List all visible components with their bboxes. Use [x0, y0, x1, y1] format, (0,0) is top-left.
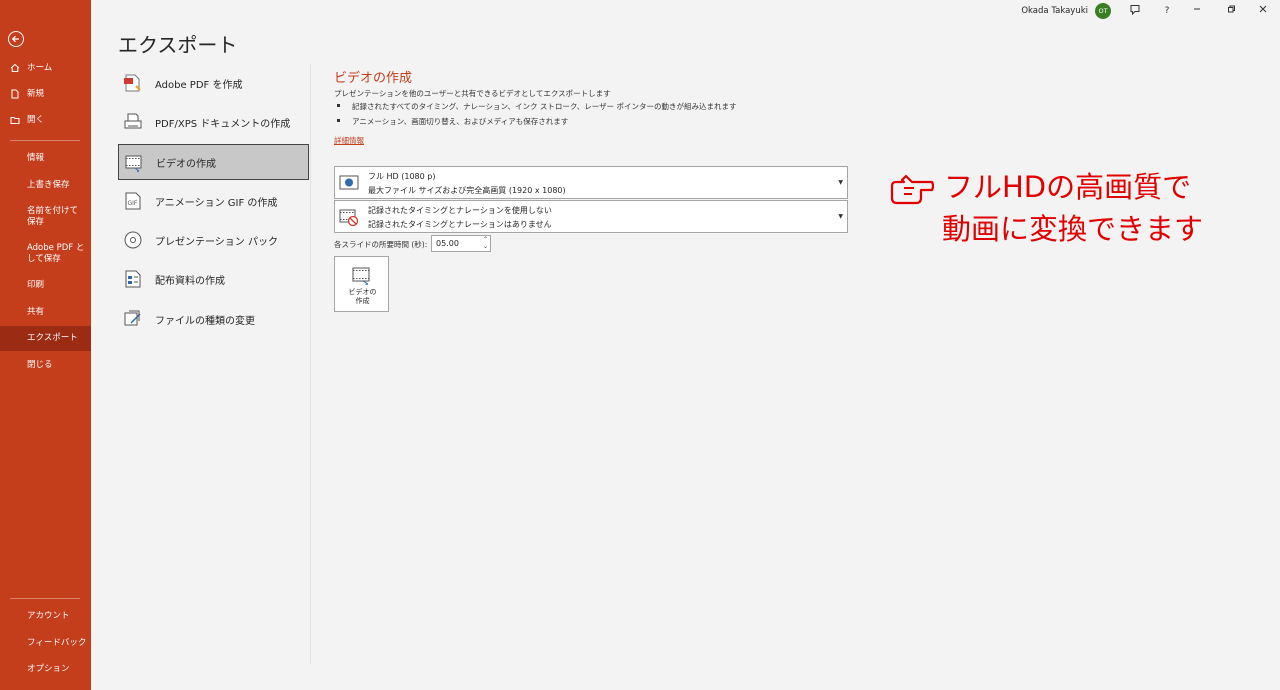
option-label: ファイルの種類の変更: [155, 315, 255, 327]
sidebar-item-share[interactable]: 共有: [0, 307, 91, 318]
export-option-video[interactable]: ビデオの作成: [118, 144, 309, 180]
quality-secondary-text: 最大ファイル サイズおよび完全高画質 (1920 x 1080): [368, 186, 566, 195]
sidebar-divider: [10, 140, 80, 141]
restore-icon[interactable]: [1224, 4, 1238, 18]
export-option-package[interactable]: プレゼンテーション パック: [118, 222, 309, 258]
video-icon: [352, 267, 370, 285]
export-option-adobe-pdf[interactable]: Adobe PDF を作成: [118, 65, 309, 101]
chevron-down-icon: ▼: [838, 213, 843, 220]
minimize-icon[interactable]: [1190, 4, 1204, 18]
sidebar-item-label: 開く: [27, 115, 45, 125]
sidebar-item-options[interactable]: オプション: [0, 664, 91, 675]
sidebar-item-label: 新規: [27, 89, 45, 99]
folder-icon: [10, 117, 20, 124]
slide-duration-input[interactable]: 05.00 ⌃ ⌄: [431, 235, 491, 252]
sidebar-item-info[interactable]: 情報: [0, 153, 91, 164]
sidebar-item-close[interactable]: 閉じる: [0, 360, 91, 371]
create-video-button[interactable]: ビデオの 作成: [334, 256, 389, 312]
sidebar-item-save[interactable]: 上書き保存: [0, 180, 91, 191]
backstage-sidebar: ホーム 新規 開く 情報 上書き保存 名前を付けて保存 Adobe PDF とし…: [0, 0, 91, 690]
sidebar-item-label: アカウント: [27, 611, 70, 621]
help-icon[interactable]: ?: [1160, 4, 1174, 18]
timing-primary-text: 記録されたタイミングとナレーションを使用しない: [368, 206, 552, 215]
disc-icon: [124, 231, 142, 249]
sidebar-item-save-as-pdf[interactable]: Adobe PDF として保存: [0, 243, 91, 265]
slide-duration-label: 各スライドの所要時間 (秒):: [334, 240, 428, 249]
avatar[interactable]: OT: [1095, 3, 1111, 19]
learn-more-link[interactable]: 詳細情報: [334, 135, 364, 146]
svg-text:GIF: GIF: [128, 200, 138, 207]
sidebar-item-label: フィードバック: [27, 638, 87, 648]
sidebar-item-home[interactable]: ホーム: [0, 63, 91, 74]
detail-bullet: アニメーション、画面切り替え、およびメディアも保存されます: [337, 116, 568, 127]
option-label: アニメーション GIF の作成: [155, 197, 278, 209]
sidebar-item-new[interactable]: 新規: [0, 89, 91, 100]
sidebar-item-label: 名前を付けて保存: [27, 206, 79, 227]
export-option-change-file-type[interactable]: ファイルの種類の変更: [118, 301, 309, 337]
user-name: Okada Takayuki: [1021, 6, 1088, 16]
sidebar-item-label: 情報: [27, 153, 45, 163]
sidebar-item-print[interactable]: 印刷: [0, 280, 91, 291]
spinner-icon[interactable]: ⌃ ⌄: [483, 236, 488, 250]
option-label: Adobe PDF を作成: [155, 79, 243, 91]
annotation-text: フルHDの高画質で 動画に変換できます: [942, 166, 1204, 250]
sidebar-item-label: ホーム: [27, 63, 53, 73]
timing-secondary-text: 記録されたタイミングとナレーションはありません: [368, 220, 552, 229]
video-icon: [125, 155, 142, 172]
sidebar-item-label: エクスポート: [27, 333, 78, 343]
printer-document-icon: [124, 113, 142, 129]
detail-description: プレゼンテーションを他のユーザーと共有できるビデオとしてエクスポートします: [334, 89, 611, 98]
page-title: エクスポート: [118, 33, 238, 57]
option-label: 配布資料の作成: [155, 275, 225, 287]
new-document-icon: [11, 89, 19, 99]
create-video-label: ビデオの 作成: [348, 288, 377, 305]
sidebar-item-label: 印刷: [27, 280, 45, 290]
close-icon[interactable]: [1256, 4, 1270, 18]
timing-dropdown[interactable]: 記録されたタイミングとナレーションを使用しない 記録されたタイミングとナレーショ…: [334, 200, 848, 233]
sidebar-item-save-as[interactable]: 名前を付けて保存: [0, 206, 91, 228]
detail-title: ビデオの作成: [334, 71, 413, 86]
panel-divider: [310, 64, 311, 664]
export-option-pdf-xps[interactable]: PDF/XPS ドキュメントの作成: [118, 104, 309, 140]
quality-primary-text: フル HD (1080 p): [368, 172, 436, 181]
export-option-animated-gif[interactable]: GIF アニメーション GIF の作成: [118, 183, 309, 219]
chevron-down-icon: ▼: [838, 179, 843, 186]
sidebar-item-label: 上書き保存: [27, 180, 70, 190]
export-option-handouts[interactable]: 配布資料の作成: [118, 261, 309, 297]
sidebar-item-label: 共有: [27, 307, 45, 317]
sidebar-item-label: Adobe PDF として保存: [27, 243, 85, 264]
title-bar: Okada Takayuki OT ?: [91, 0, 1280, 22]
back-arrow-icon: [11, 35, 19, 43]
no-timing-icon: [339, 209, 359, 227]
sidebar-item-label: オプション: [27, 664, 70, 674]
change-file-type-icon: [124, 310, 141, 326]
sidebar-item-feedback[interactable]: フィードバック: [0, 638, 91, 649]
sidebar-item-export[interactable]: エクスポート: [0, 326, 91, 351]
option-label: ビデオの作成: [156, 158, 216, 170]
comments-icon[interactable]: [1128, 4, 1142, 18]
annotation-line: 動画に変換できます: [942, 212, 1204, 246]
sidebar-divider: [10, 598, 80, 599]
back-button[interactable]: [8, 31, 24, 47]
sidebar-item-account[interactable]: アカウント: [0, 611, 91, 622]
sidebar-item-open[interactable]: 開く: [0, 115, 91, 126]
adobe-pdf-icon: [124, 74, 141, 92]
handout-icon: [125, 270, 141, 288]
monitor-hd-icon: [339, 175, 359, 190]
annotation-line: フルHDの高画質で: [944, 170, 1192, 204]
sidebar-item-label: 閉じる: [27, 360, 53, 370]
option-label: プレゼンテーション パック: [155, 236, 278, 248]
gif-icon: GIF: [125, 192, 141, 210]
slide-duration-value: 05.00: [436, 239, 459, 248]
quality-dropdown[interactable]: フル HD (1080 p) 最大ファイル サイズおよび完全高画質 (1920 …: [334, 166, 848, 199]
home-icon: [10, 63, 20, 72]
option-label: PDF/XPS ドキュメントの作成: [155, 118, 291, 130]
detail-bullet: 記録されたすべてのタイミング、ナレーション、インク ストローク、レーザー ポイン…: [337, 101, 737, 112]
pointing-hand-icon: [890, 174, 934, 205]
